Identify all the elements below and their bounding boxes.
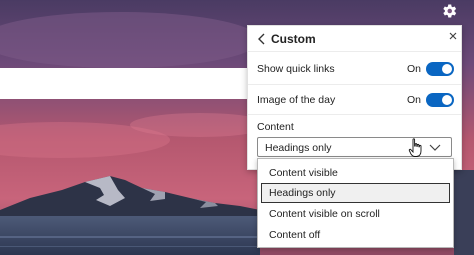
divider xyxy=(248,84,461,85)
divider xyxy=(248,114,461,115)
option-content-off[interactable]: Content off xyxy=(261,225,450,245)
quick-links-state: On xyxy=(407,63,422,75)
search-bar[interactable] xyxy=(0,68,247,99)
chevron-down-icon xyxy=(429,144,441,151)
image-of-day-toggle[interactable] xyxy=(426,93,454,107)
customize-panel: Custom Show quick links On Image of the … xyxy=(247,25,462,170)
close-icon[interactable] xyxy=(447,30,459,42)
content-label: Content xyxy=(257,121,294,133)
content-select-value: Headings only xyxy=(265,142,332,154)
settings-gear-icon[interactable] xyxy=(438,0,460,22)
chevron-left-icon[interactable] xyxy=(255,31,269,47)
image-of-day-label: Image of the day xyxy=(257,94,336,106)
panel-header: Custom xyxy=(248,26,461,52)
option-content-visible[interactable]: Content visible xyxy=(261,163,450,183)
quick-links-label: Show quick links xyxy=(257,63,335,75)
quick-links-toggle[interactable] xyxy=(426,62,454,76)
panel-title: Custom xyxy=(271,32,316,46)
content-dropdown-menu: Content visible Headings only Content vi… xyxy=(257,158,454,248)
hand-pointer-icon xyxy=(408,138,422,157)
image-of-day-state: On xyxy=(407,94,422,106)
option-headings-only[interactable]: Headings only xyxy=(261,183,450,203)
option-content-visible-on-scroll[interactable]: Content visible on scroll xyxy=(261,204,450,224)
